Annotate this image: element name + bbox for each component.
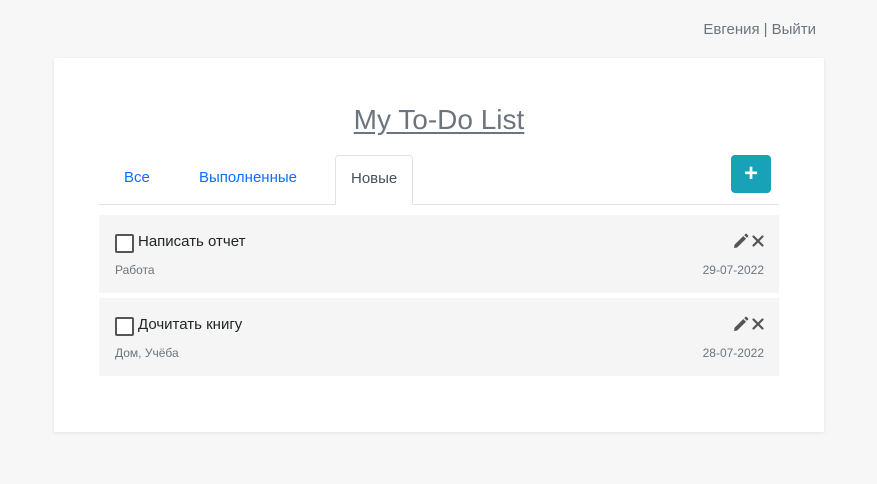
pencil-icon[interactable] [733, 316, 749, 332]
tab-completed[interactable]: Выполненные [183, 155, 313, 204]
close-icon[interactable] [752, 318, 764, 330]
pencil-icon[interactable] [733, 233, 749, 249]
logout-link[interactable]: Выйти [772, 21, 816, 38]
add-task-button[interactable]: + [731, 155, 771, 193]
filter-tabs: Все Выполненные Новые [99, 155, 779, 205]
tab-new[interactable]: Новые [335, 155, 414, 205]
task-date: 29-07-2022 [702, 263, 764, 277]
tab-all[interactable]: Все [108, 155, 166, 204]
plus-icon: + [743, 160, 758, 187]
task-checkbox[interactable] [115, 234, 134, 253]
task-checkbox[interactable] [115, 317, 134, 336]
todo-card: My To-Do List Все Выполненные Новые + На… [54, 58, 824, 432]
task-item: Написать отчет Работа 29-07-2022 [99, 215, 779, 293]
user-bar: Евгения | Выйти [703, 21, 816, 38]
task-list: Написать отчет Работа 29-07-2022 Дочитат… [99, 215, 779, 381]
user-name-link[interactable]: Евгения [703, 21, 759, 38]
task-title: Написать отчет [138, 233, 246, 250]
task-tags: Работа [115, 263, 155, 277]
page-title[interactable]: My To-Do List [54, 104, 824, 136]
user-bar-separator: | [763, 21, 768, 38]
task-title: Дочитать книгу [138, 316, 243, 333]
task-item: Дочитать книгу Дом, Учёба 28-07-2022 [99, 298, 779, 376]
task-tags: Дом, Учёба [115, 346, 179, 360]
task-date: 28-07-2022 [702, 346, 764, 360]
close-icon[interactable] [752, 235, 764, 247]
